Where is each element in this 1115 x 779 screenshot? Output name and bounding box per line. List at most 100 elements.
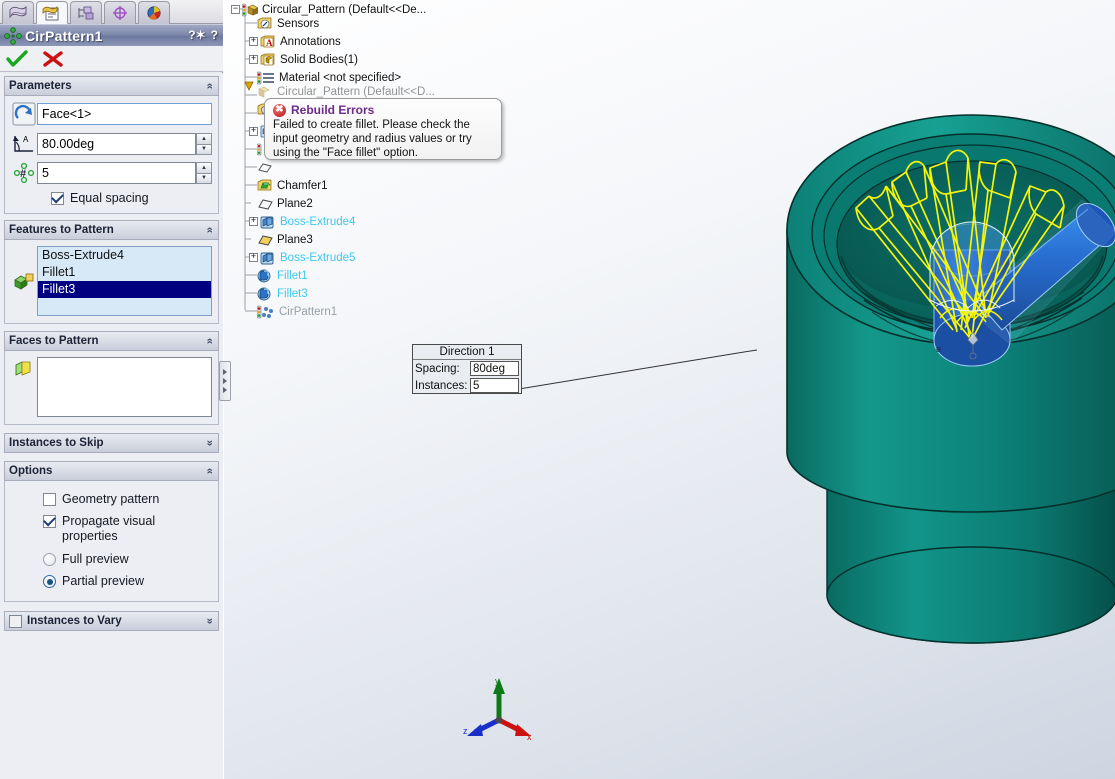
boss-extrude-icon [260, 216, 274, 228]
display-manager-tab[interactable] [138, 1, 170, 24]
group-header-options[interactable]: Options « [4, 461, 219, 481]
configuration-manager-tab[interactable] [70, 1, 102, 24]
pattern-axis-field[interactable]: Face<1> [37, 103, 212, 125]
propagate-visual-properties-checkbox[interactable] [43, 515, 56, 528]
help-options-icon[interactable]: ?✶ [188, 28, 205, 42]
tree-node-boss-extrude4[interactable]: + Boss-Extrude4 [249, 213, 355, 230]
list-item[interactable]: Fillet3 [38, 281, 211, 298]
geometry-pattern-checkbox[interactable] [43, 493, 56, 506]
tree-node-label: Boss-Extrude5 [280, 251, 356, 264]
feature-tree[interactable]: − Circular_Pattern (Default<<De... Senso… [231, 0, 521, 330]
instances-to-vary-checkbox[interactable] [9, 615, 22, 628]
dimxpert-manager-tab[interactable] [104, 1, 136, 24]
spinner-up-icon[interactable]: ▲ [196, 133, 212, 144]
partial-preview-radio[interactable] [43, 575, 56, 588]
spinner-up-icon[interactable]: ▲ [196, 162, 212, 173]
tree-node-fillet1[interactable]: Fillet1 [257, 267, 308, 284]
tree-node-label: Circular_Pattern (Default<<D... [277, 85, 435, 98]
panel-resize-grip[interactable] [219, 361, 231, 401]
expander-plus[interactable]: + [249, 55, 258, 64]
tree-node-chamfer1[interactable]: Chamfer1 [257, 177, 328, 194]
tooltip-line: using the "Face fillet" option. [273, 147, 418, 159]
tree-node-cirpattern1[interactable]: CirPattern1 [257, 303, 337, 320]
chevron-down-icon[interactable]: » [203, 440, 215, 446]
propagate-visual-properties-label: Propagate visual properties [62, 514, 156, 543]
group-title: Options [9, 465, 53, 477]
property-manager-title-bar: CirPattern1 ?✶ ? [0, 24, 223, 46]
expander-plus[interactable]: + [249, 253, 258, 262]
direction-1-callout[interactable]: Direction 1 Spacing: 80deg Instances: 5 [412, 344, 522, 394]
expander-plus[interactable]: + [249, 127, 258, 136]
tree-node-stub-c[interactable] [257, 159, 273, 176]
equal-spacing-checkbox[interactable] [51, 192, 64, 205]
group-body-faces-to-pattern [4, 351, 219, 425]
group-header-features-to-pattern[interactable]: Features to Pattern « [4, 220, 219, 240]
group-header-faces-to-pattern[interactable]: Faces to Pattern « [4, 331, 219, 351]
feature-manager-tab[interactable] [2, 1, 34, 24]
full-preview-row[interactable]: Full preview [43, 552, 212, 567]
tree-node-fillet3[interactable]: Fillet3 [257, 285, 308, 302]
propagate-visual-properties-row[interactable]: Propagate visual properties [43, 514, 212, 544]
manager-tab-strip [0, 0, 223, 24]
features-to-pattern-list[interactable]: Boss-Extrude4 Fillet1 Fillet3 [37, 246, 212, 316]
angle-field[interactable]: 80.00deg [37, 133, 196, 155]
plane-gold-icon [258, 234, 273, 246]
callout-spacing-row: Spacing: 80deg [413, 360, 521, 377]
spinner-down-icon[interactable]: ▼ [196, 172, 212, 184]
tree-node-annotations[interactable]: + A Annotations [249, 33, 341, 50]
pattern-axis-row: Face<1> [11, 102, 212, 126]
chevron-up-icon[interactable]: « [203, 227, 215, 233]
group-title: Instances to Skip [9, 437, 104, 449]
svg-text:e: e [936, 344, 941, 354]
group-title: Faces to Pattern [9, 335, 99, 347]
faces-list-row [11, 357, 212, 417]
spinner-down-icon[interactable]: ▼ [196, 143, 212, 155]
tree-node-plane3[interactable]: Plane3 [257, 231, 313, 248]
expander-minus[interactable]: − [231, 5, 240, 14]
equal-spacing-row[interactable]: Equal spacing [51, 191, 212, 206]
features-to-pattern-icon [11, 271, 37, 291]
tooltip-line: Failed to create fillet. Please check th… [273, 119, 470, 131]
help-icon[interactable]: ? [211, 28, 218, 42]
coordinate-triad: y z x [463, 676, 532, 742]
angle-spinner[interactable]: ▲ ▼ [196, 133, 212, 155]
cancel-button[interactable] [42, 50, 64, 68]
chevron-down-icon[interactable]: » [203, 618, 215, 624]
faces-to-pattern-list[interactable] [37, 357, 212, 417]
tree-node-sensors[interactable]: Sensors [257, 15, 319, 32]
callout-instances-label: Instances: [415, 379, 468, 392]
geometry-pattern-row[interactable]: Geometry pattern [43, 492, 212, 507]
instances-spinner[interactable]: ▲ ▼ [196, 162, 212, 184]
property-manager-tab[interactable] [36, 1, 68, 24]
tree-node-plane2[interactable]: Plane2 [257, 195, 313, 212]
tree-node-label: Plane2 [277, 197, 313, 210]
tree-node-label: Boss-Extrude4 [280, 215, 356, 228]
callout-spacing-value[interactable]: 80deg [470, 361, 519, 376]
boss-extrude-icon [260, 252, 274, 264]
partial-preview-row[interactable]: Partial preview [43, 574, 212, 589]
sensors-icon [257, 17, 272, 28]
group-header-instances-to-skip[interactable]: Instances to Skip » [4, 433, 219, 453]
svg-text:x: x [527, 732, 532, 742]
ok-button[interactable] [6, 49, 28, 68]
list-item[interactable]: Boss-Extrude4 [38, 247, 211, 264]
solid-bodies-icon [260, 53, 275, 65]
group-header-instances-to-vary[interactable]: Instances to Vary » [4, 611, 219, 631]
list-item[interactable]: Fillet1 [38, 264, 211, 281]
chevron-up-icon[interactable]: « [203, 83, 215, 89]
chevron-up-icon[interactable]: « [203, 468, 215, 474]
chevron-up-icon[interactable]: « [203, 338, 215, 344]
tree-node-boss-extrude5[interactable]: + Boss-Extrude5 [249, 249, 355, 266]
group-features-to-pattern: Features to Pattern « Boss-Extrude4 Fill… [4, 220, 219, 324]
angle-icon: A [11, 133, 37, 155]
group-body-parameters: Face<1> A 80.00deg ▲ ▼ # 5 ▲ ▼ Equal spa… [4, 96, 219, 214]
tree-node-solid-bodies[interactable]: + Solid Bodies(1) [249, 51, 358, 68]
full-preview-radio[interactable] [43, 553, 56, 566]
instances-field[interactable]: 5 [37, 162, 196, 184]
callout-instances-value[interactable]: 5 [470, 378, 519, 393]
expander-plus[interactable]: + [249, 217, 258, 226]
svg-text:z: z [463, 726, 468, 736]
group-header-parameters[interactable]: Parameters « [4, 76, 219, 96]
instances-row: # 5 ▲ ▼ [11, 162, 212, 184]
expander-plus[interactable]: + [249, 37, 258, 46]
